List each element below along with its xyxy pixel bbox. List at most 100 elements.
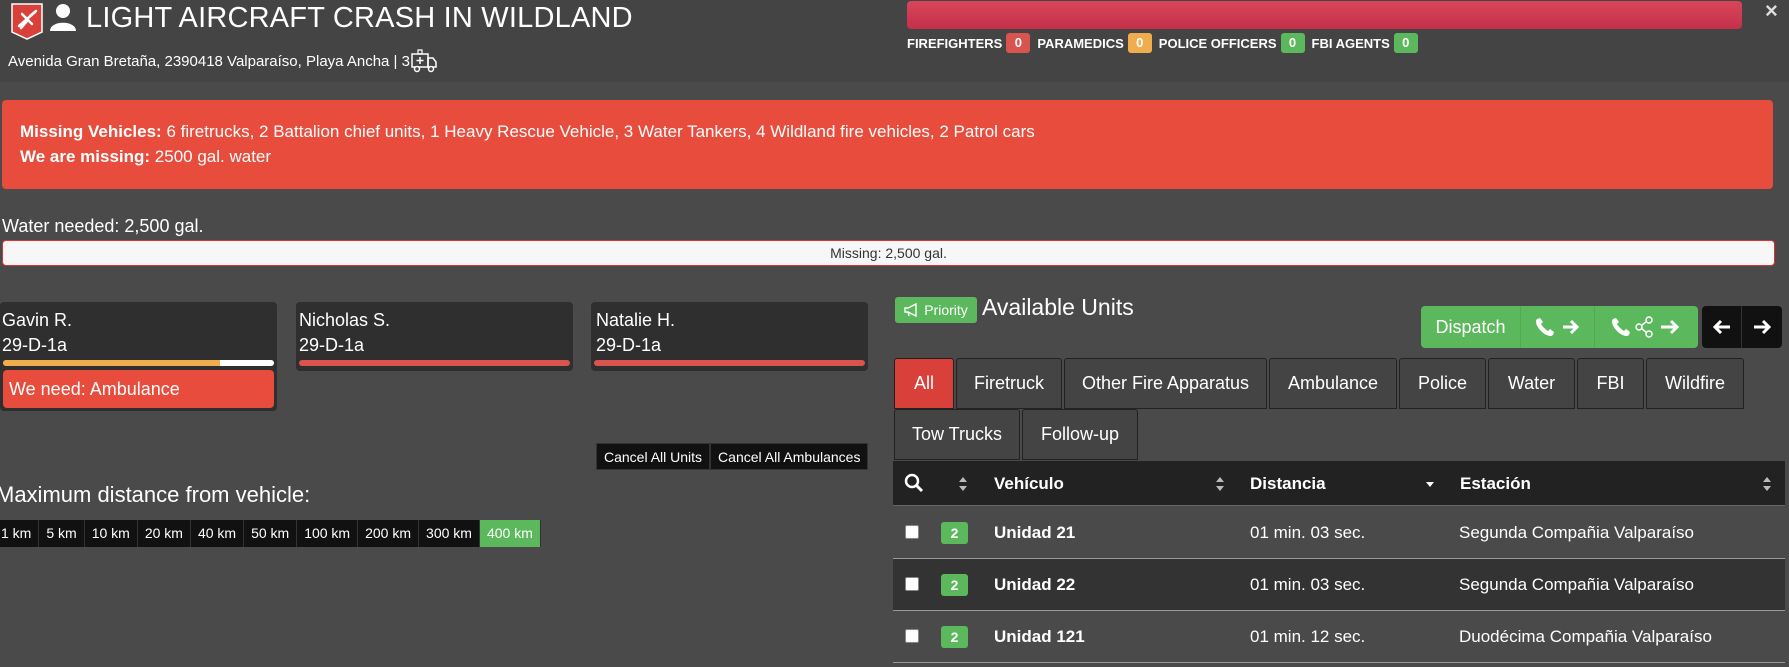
patient-code: 29-D-1a: [596, 335, 662, 355]
megaphone-icon: [904, 303, 917, 317]
personnel-label-fbi: FBI AGENTS: [1311, 35, 1390, 51]
personnel-count-fbi: 0: [1393, 33, 1418, 53]
unit-crew-badge: 2: [941, 574, 968, 596]
personnel-count-police: 0: [1280, 33, 1305, 53]
unit-checkbox[interactable]: [905, 525, 919, 539]
patient-name: Natalie H.: [596, 310, 676, 330]
patient-status-remaining: [219, 360, 274, 366]
sort-icon[interactable]: [1762, 476, 1772, 492]
distance-option-40km[interactable]: 40 km: [190, 520, 245, 547]
distance-option-5km[interactable]: 5 km: [39, 520, 85, 547]
unit-checkbox[interactable]: [905, 577, 919, 591]
dispatch-button[interactable]: Dispatch: [1421, 306, 1521, 348]
distance-option-10km[interactable]: 10 km: [84, 520, 138, 547]
tab-tow-trucks[interactable]: Tow Trucks: [894, 409, 1020, 460]
tab-ambulance[interactable]: Ambulance: [1269, 358, 1397, 409]
personnel-count-firefighters: 0: [1006, 33, 1031, 53]
missing-resources-value: 2500 gal. water: [150, 147, 272, 166]
patient-status-bar: [594, 360, 865, 366]
missing-resources-line: We are missing: 2500 gal. water: [20, 147, 271, 167]
distance-filter-title: Maximum distance from vehicle:: [0, 482, 311, 507]
distance-option-400km[interactable]: 400 km: [479, 520, 541, 547]
unit-vehicle: Unidad 121: [994, 627, 1085, 646]
dispatch-share-next-button[interactable]: [1595, 306, 1698, 348]
personnel-label-police: POLICE OFFICERS: [1158, 35, 1277, 51]
priority-label: Priority: [924, 302, 968, 318]
sort-icon[interactable]: [1215, 476, 1225, 492]
patient-need-alert: We need: Ambulance: [3, 370, 274, 408]
tab-fbi[interactable]: FBI: [1577, 358, 1644, 409]
distance-option-100km[interactable]: 100 km: [297, 520, 359, 547]
missing-vehicles-line: Missing Vehicles: 6 firetrucks, 2 Battal…: [20, 122, 1035, 142]
missing-vehicles-label: Missing Vehicles:: [20, 122, 162, 141]
patient-status-bar: [3, 360, 274, 366]
cancel-button-group: Cancel All Units Cancel All Ambulances: [596, 443, 869, 470]
patient-status-bar: [299, 360, 570, 366]
priority-button[interactable]: Priority: [895, 297, 977, 323]
ambulance-icon[interactable]: [410, 48, 438, 74]
table-row[interactable]: 2 Unidad 121 01 min. 12 sec. Duodécima C…: [893, 611, 1785, 663]
next-button[interactable]: [1742, 306, 1782, 348]
dispatch-next-button[interactable]: [1521, 306, 1595, 348]
distance-filter: 1 km 5 km 10 km 20 km 40 km 50 km 100 km…: [0, 520, 541, 547]
cancel-all-units-button[interactable]: Cancel All Units: [596, 443, 711, 470]
person-icon: [50, 4, 76, 31]
unit-distance: 01 min. 03 sec.: [1250, 575, 1366, 594]
column-header-station[interactable]: Estación: [1460, 461, 1531, 506]
personnel-count-paramedics: 0: [1127, 33, 1152, 53]
tab-water[interactable]: Water: [1488, 358, 1575, 409]
search-icon[interactable]: [904, 473, 924, 493]
cancel-all-ambulances-button[interactable]: Cancel All Ambulances: [710, 443, 869, 470]
unit-station: Duodécima Compañia Valparaíso: [1459, 627, 1712, 646]
unit-station: Segunda Compañia Valparaíso: [1459, 575, 1695, 594]
water-needed-label: Water needed: 2,500 gal.: [2, 216, 204, 236]
tab-all[interactable]: All: [894, 358, 954, 409]
missing-alert: [2, 100, 1773, 189]
patient-name: Nicholas S.: [299, 310, 391, 330]
phone-arrow-icon: [1535, 318, 1579, 336]
missing-resources-label: We are missing:: [20, 147, 151, 166]
distance-option-1km[interactable]: 1 km: [0, 520, 40, 547]
tab-other-fire-apparatus[interactable]: Other Fire Apparatus: [1064, 358, 1267, 409]
patient-name: Gavin R.: [2, 310, 73, 330]
patient-code: 29-D-1a: [299, 335, 365, 355]
close-icon[interactable]: ×: [1765, 0, 1778, 24]
distance-option-200km[interactable]: 200 km: [358, 520, 420, 547]
unit-distance: 01 min. 12 sec.: [1250, 627, 1366, 646]
sort-desc-icon[interactable]: [1425, 476, 1435, 492]
available-units-title: Available Units: [982, 294, 1134, 320]
column-header-vehicle[interactable]: Vehículo: [994, 461, 1064, 506]
units-table-header: Vehículo Distancia Estación: [893, 461, 1785, 506]
tab-police[interactable]: Police: [1399, 358, 1486, 409]
arrow-right-icon: [1754, 320, 1771, 334]
tab-follow-up[interactable]: Follow-up: [1022, 409, 1138, 460]
distance-option-300km[interactable]: 300 km: [419, 520, 480, 547]
arrow-left-icon: [1712, 320, 1730, 334]
distance-option-50km[interactable]: 50 km: [244, 520, 298, 547]
unit-distance: 01 min. 03 sec.: [1250, 523, 1366, 542]
prev-button[interactable]: [1702, 306, 1742, 348]
distance-option-20km[interactable]: 20 km: [137, 520, 191, 547]
patient-status-fill: [3, 360, 220, 366]
missing-vehicles-value: 6 firetrucks, 2 Battalion chief units, 1…: [161, 122, 1035, 141]
unit-station: Segunda Compañia Valparaíso: [1459, 523, 1695, 542]
table-row[interactable]: 2 Unidad 21 01 min. 03 sec. Segunda Comp…: [893, 507, 1785, 559]
sort-icon[interactable]: [958, 476, 968, 492]
unit-vehicle: Unidad 22: [994, 575, 1076, 594]
patient-card: Natalie H. 29-D-1a: [591, 302, 868, 371]
mission-title: LIGHT AIRCRAFT CRASH IN WILDLAND: [86, 2, 633, 34]
personnel-summary: FIREFIGHTERS 0 PARAMEDICS 0 POLICE OFFIC…: [907, 32, 1425, 54]
unit-checkbox[interactable]: [905, 629, 919, 643]
unit-crew-badge: 2: [941, 522, 968, 544]
water-progress-bar: Missing: 2,500 gal.: [2, 240, 1775, 266]
personnel-label-paramedics: PARAMEDICS: [1037, 35, 1124, 51]
column-header-distance[interactable]: Distancia: [1250, 461, 1326, 506]
tab-wildfire[interactable]: Wildfire: [1646, 358, 1744, 409]
dispatch-button-group: Dispatch: [1421, 306, 1698, 348]
mission-plane-icon: [11, 3, 43, 40]
unit-vehicle: Unidad 21: [994, 523, 1076, 542]
patient-code: 29-D-1a: [2, 335, 68, 355]
mission-address: Avenida Gran Bretaña, 2390418 Valparaíso…: [8, 53, 410, 70]
tab-firetruck[interactable]: Firetruck: [956, 358, 1062, 409]
table-row[interactable]: 2 Unidad 22 01 min. 03 sec. Segunda Comp…: [893, 559, 1785, 611]
